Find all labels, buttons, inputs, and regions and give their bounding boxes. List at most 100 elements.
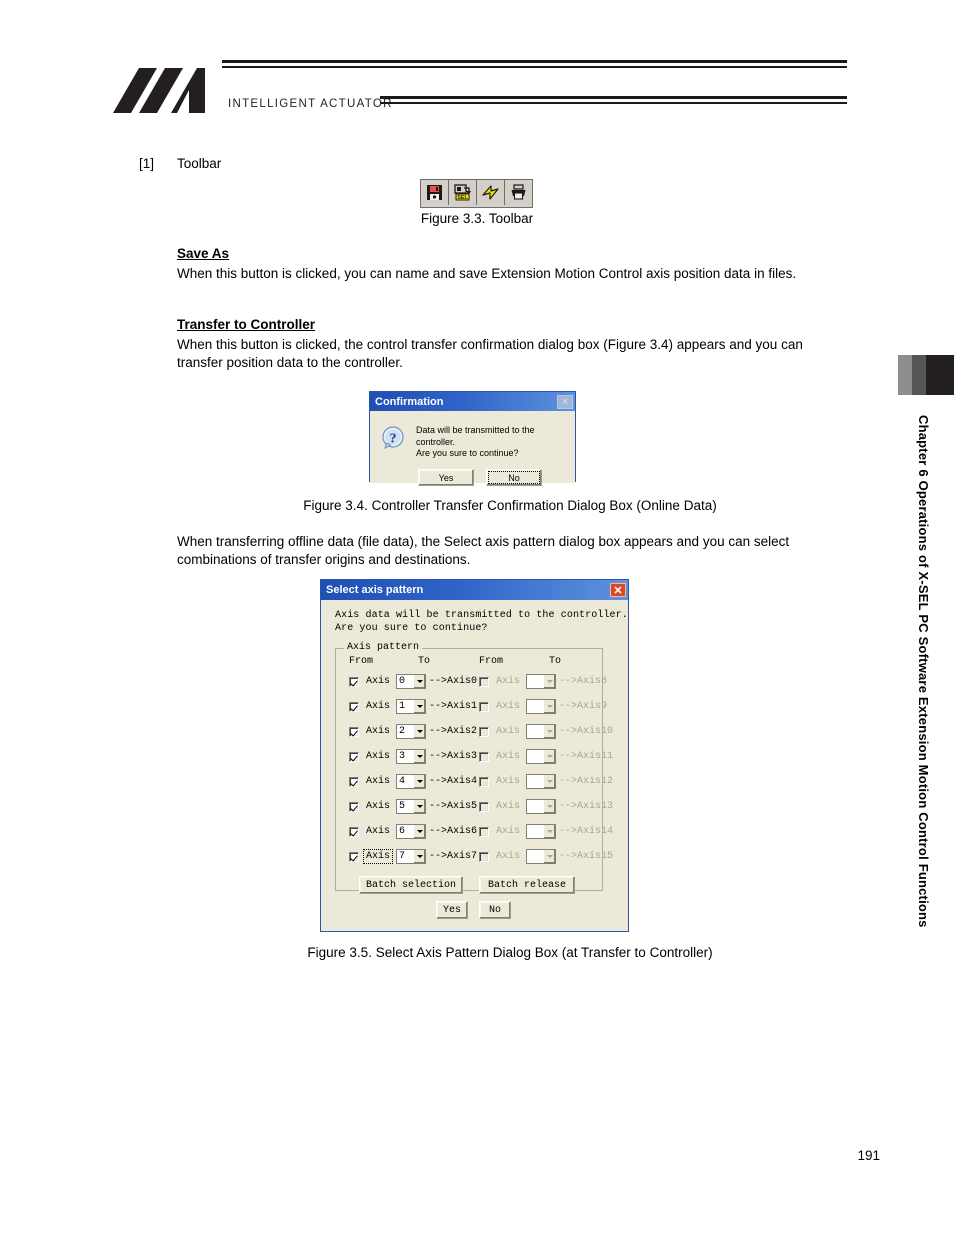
axis-combo-right-4 <box>526 774 557 789</box>
confirmation-title: Confirmation <box>375 395 444 408</box>
save-as-icon[interactable] <box>421 180 449 205</box>
axis-combo-left-2[interactable]: 2 <box>396 724 427 739</box>
chapter-tab-marker <box>898 355 954 395</box>
axis-combo-value-left-4: 4 <box>399 776 406 787</box>
axis-destination-left-0: -->Axis0 <box>429 676 478 687</box>
axis-combo-value-left-2: 2 <box>399 726 406 737</box>
chevron-down-icon <box>543 750 556 763</box>
axis-destination-right-6: -->Axis14 <box>559 826 614 837</box>
axis-checkbox-left-1[interactable] <box>349 701 359 712</box>
axis-combo-left-1[interactable]: 1 <box>396 699 427 714</box>
axis-row-right: Axis -->Axis15 <box>479 849 613 864</box>
axis-destination-right-4: -->Axis12 <box>559 776 614 787</box>
axis-combo-value-left-1: 1 <box>399 701 406 712</box>
axis-row-left: Axis 2 -->Axis2 <box>349 724 477 739</box>
axis-row-left: Axis 0 -->Axis0 <box>349 674 477 689</box>
chevron-down-icon[interactable] <box>413 825 426 838</box>
axis-pattern-group: Axis pattern From To From To Axis 0 -->Axi… <box>335 642 613 894</box>
column-header-to-left: To <box>418 656 431 667</box>
axis-label-left-0: Axis <box>366 676 391 687</box>
chevron-down-icon[interactable] <box>413 775 426 788</box>
axis-destination-left-1: -->Axis1 <box>429 701 478 712</box>
axis-row-right: Axis -->Axis10 <box>479 724 613 739</box>
column-header-to-right: To <box>549 656 562 667</box>
axis-row: Axis 2 -->Axis2 Axis -->Axis10 <box>336 724 613 749</box>
axis-row-right: Axis -->Axis12 <box>479 774 613 789</box>
svg-text:SEL: SEL <box>457 195 468 201</box>
axis-destination-left-2: -->Axis2 <box>429 726 478 737</box>
section-heading-transfer: Transfer to Controller <box>177 317 316 332</box>
chevron-down-icon[interactable] <box>413 850 426 863</box>
axis-row: Axis 4 -->Axis4 Axis -->Axis12 <box>336 774 613 799</box>
axis-row-left: Axis 1 -->Axis1 <box>349 699 477 714</box>
axis-no-button[interactable]: No <box>479 901 511 919</box>
axis-row-right: Axis -->Axis11 <box>479 749 613 764</box>
axis-dialog-titlebar: Select axis pattern ✕ <box>321 580 628 600</box>
chevron-down-icon <box>543 825 556 838</box>
axis-row-left: Axis 7 -->Axis7 <box>349 849 477 864</box>
section-body-save-as: When this button is clicked, you can nam… <box>177 266 797 281</box>
print-icon[interactable] <box>505 180 532 205</box>
axis-combo-left-0[interactable]: 0 <box>396 674 427 689</box>
chevron-down-icon[interactable] <box>413 700 426 713</box>
axis-combo-left-5[interactable]: 5 <box>396 799 427 814</box>
close-icon: × <box>557 394 573 409</box>
page-number: 191 <box>857 1148 880 1163</box>
chevron-down-icon[interactable] <box>413 750 426 763</box>
header-rule-4 <box>380 102 847 104</box>
chevron-down-icon <box>543 675 556 688</box>
confirmation-yes-button[interactable]: Yes <box>418 469 474 486</box>
axis-label-right-0: Axis <box>496 676 521 687</box>
tab-segment-1 <box>898 355 912 395</box>
confirmation-no-button[interactable]: No <box>486 469 542 486</box>
axis-label-right-2: Axis <box>496 726 521 737</box>
lightning-bolt-icon[interactable] <box>477 180 505 205</box>
axis-label-right-6: Axis <box>496 826 521 837</box>
chevron-down-icon <box>543 700 556 713</box>
axis-checkbox-left-3[interactable] <box>349 751 359 762</box>
axis-dialog-message: Axis data will be transmitted to the con… <box>335 610 628 634</box>
axis-label-right-1: Axis <box>496 701 521 712</box>
batch-selection-button[interactable]: Batch selection <box>359 876 463 894</box>
axis-checkbox-left-5[interactable] <box>349 801 359 812</box>
axis-checkbox-left-4[interactable] <box>349 776 359 787</box>
axis-destination-left-6: -->Axis6 <box>429 826 478 837</box>
axis-label-right-3: Axis <box>496 751 521 762</box>
axis-row: Axis 6 -->Axis6 Axis -->Axis14 <box>336 824 613 849</box>
axis-combo-value-right-4 <box>527 775 543 788</box>
confirmation-dialog[interactable]: Confirmation × ? Data will be transmitte… <box>369 391 576 486</box>
select-axis-pattern-dialog[interactable]: Select axis pattern ✕ Axis data will be … <box>320 579 629 932</box>
axis-yes-button[interactable]: Yes <box>436 901 468 919</box>
axis-checkbox-right-4 <box>479 776 489 787</box>
axis-checkbox-left-7[interactable] <box>349 851 359 862</box>
axis-combo-value-left-0: 0 <box>399 676 406 687</box>
axis-checkbox-left-0[interactable] <box>349 676 359 687</box>
axis-checkbox-left-6[interactable] <box>349 826 359 837</box>
question-mark-icon: ? <box>381 426 406 456</box>
axis-destination-right-3: -->Axis11 <box>559 751 614 762</box>
axis-combo-left-6[interactable]: 6 <box>396 824 427 839</box>
batch-release-button[interactable]: Batch release <box>479 876 575 894</box>
chevron-down-icon[interactable] <box>413 800 426 813</box>
axis-combo-left-3[interactable]: 3 <box>396 749 427 764</box>
axis-combo-right-5 <box>526 799 557 814</box>
chevron-down-icon <box>543 850 556 863</box>
close-icon[interactable]: ✕ <box>610 583 626 597</box>
header-rule-3 <box>380 96 847 99</box>
toolbar[interactable]: SEL <box>420 179 533 208</box>
column-header-from-left: From <box>349 656 374 667</box>
axis-row: Axis 3 -->Axis3 Axis -->Axis11 <box>336 749 613 774</box>
axis-combo-left-4[interactable]: 4 <box>396 774 427 789</box>
axis-destination-left-7: -->Axis7 <box>429 851 478 862</box>
axis-combo-right-7 <box>526 849 557 864</box>
transfer-to-controller-icon[interactable]: SEL <box>449 180 477 205</box>
chevron-down-icon[interactable] <box>413 725 426 738</box>
axis-destination-right-0: -->Axis8 <box>559 676 608 687</box>
chevron-down-icon[interactable] <box>413 675 426 688</box>
axis-checkbox-left-2[interactable] <box>349 726 359 737</box>
axis-label-right-4: Axis <box>496 776 521 787</box>
axis-label-left-7: Axis <box>362 849 394 864</box>
confirmation-message: Data will be transmitted to the controll… <box>416 425 535 458</box>
axis-combo-left-7[interactable]: 7 <box>396 849 427 864</box>
axis-row-left: Axis 3 -->Axis3 <box>349 749 477 764</box>
